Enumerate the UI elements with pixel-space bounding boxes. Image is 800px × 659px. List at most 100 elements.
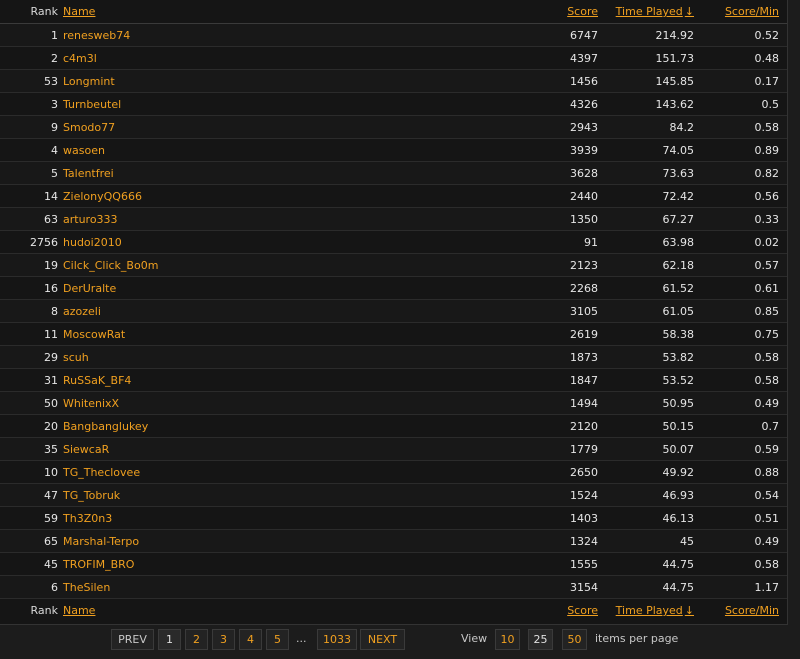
score-per-min-cell: 0.61 xyxy=(700,276,787,300)
score-per-min-cell: 0.49 xyxy=(700,391,787,415)
player-name-cell: Longmint xyxy=(63,69,508,93)
rank-cell: 10 xyxy=(0,460,63,484)
player-name-link[interactable]: TG_Theclovee xyxy=(63,466,140,479)
player-name-link[interactable]: Marshal-Terpo xyxy=(63,535,139,548)
table-row: 45 TROFIM_BRO 1555 44.75 0.58 xyxy=(0,552,787,576)
sort-by-name-link[interactable]: Name xyxy=(63,5,95,18)
player-name-link[interactable]: Longmint xyxy=(63,75,115,88)
player-name-link[interactable]: Bangbanglukey xyxy=(63,420,148,433)
next-page-button[interactable]: NEXT xyxy=(360,629,405,650)
per-page-option-25[interactable]: 25 xyxy=(528,629,553,650)
rank-cell: 65 xyxy=(0,529,63,553)
player-name-cell: Bangbanglukey xyxy=(63,414,508,438)
score-cell: 4397 xyxy=(508,46,604,70)
player-name-cell: scuh xyxy=(63,345,508,369)
player-name-link[interactable]: renesweb74 xyxy=(63,29,130,42)
table-row: 31 RuSSaK_BF4 1847 53.52 0.58 xyxy=(0,368,787,392)
view-label: View xyxy=(461,632,488,645)
player-name-link[interactable]: TheSilen xyxy=(63,581,110,594)
per-page-option-50[interactable]: 50 xyxy=(562,629,587,650)
table-row: 29 scuh 1873 53.82 0.58 xyxy=(0,345,787,369)
player-name-link[interactable]: c4m3l xyxy=(63,52,97,65)
per-page-option-10[interactable]: 10 xyxy=(495,629,520,650)
page-button-5[interactable]: 5 xyxy=(266,629,289,650)
time-played-cell: 44.75 xyxy=(604,575,700,599)
time-played-cell: 49.92 xyxy=(604,460,700,484)
table-row: 6 TheSilen 3154 44.75 1.17 xyxy=(0,575,787,599)
player-name-link[interactable]: arturo333 xyxy=(63,213,118,226)
player-name-link[interactable]: scuh xyxy=(63,351,89,364)
page-button-1[interactable]: 1 xyxy=(158,629,181,650)
player-name-link[interactable]: Cilck_Click_Bo0m xyxy=(63,259,158,272)
player-name-cell: azozeli xyxy=(63,299,508,323)
player-name-link[interactable]: TROFIM_BRO xyxy=(63,558,134,571)
rank-cell: 3 xyxy=(0,92,63,116)
rank-cell: 2756 xyxy=(0,230,63,254)
sort-by-score-link[interactable]: Score xyxy=(567,5,598,18)
prev-page-button[interactable]: PREV xyxy=(111,629,154,650)
time-played-cell: 145.85 xyxy=(604,69,700,93)
player-name-link[interactable]: SiewcaR xyxy=(63,443,109,456)
page-button-2[interactable]: 2 xyxy=(185,629,208,650)
player-name-cell: DerUralte xyxy=(63,276,508,300)
rank-cell: 45 xyxy=(0,552,63,576)
last-page-button[interactable]: 1033 xyxy=(317,629,357,650)
rank-cell: 1 xyxy=(0,23,63,47)
time-played-cell: 62.18 xyxy=(604,253,700,277)
player-name-link[interactable]: azozeli xyxy=(63,305,101,318)
sort-by-score-per-min-link-footer[interactable]: Score/Min xyxy=(725,604,779,617)
table-row: 1 renesweb74 6747 214.92 0.52 xyxy=(0,23,787,47)
score-per-min-cell: 0.56 xyxy=(700,184,787,208)
sort-by-score-per-min-link[interactable]: Score/Min xyxy=(725,5,779,18)
page-button-3[interactable]: 3 xyxy=(212,629,235,650)
player-name-link[interactable]: Talentfrei xyxy=(63,167,114,180)
score-cell: 2120 xyxy=(508,414,604,438)
player-name-link[interactable]: ZielonyQQ666 xyxy=(63,190,142,203)
time-played-cell: 46.93 xyxy=(604,483,700,507)
score-per-min-cell: 0.88 xyxy=(700,460,787,484)
rank-cell: 31 xyxy=(0,368,63,392)
time-played-cell: 61.05 xyxy=(604,299,700,323)
player-name-link[interactable]: Turnbeutel xyxy=(63,98,121,111)
score-cell: 2440 xyxy=(508,184,604,208)
time-played-cell: 72.42 xyxy=(604,184,700,208)
table-row: 47 TG_Tobruk 1524 46.93 0.54 xyxy=(0,483,787,507)
score-per-min-cell: 0.17 xyxy=(700,69,787,93)
score-per-min-cell: 0.75 xyxy=(700,322,787,346)
sort-descending-icon: ↓ xyxy=(684,604,694,617)
score-per-min-cell: 0.82 xyxy=(700,161,787,185)
time-played-cell: 50.15 xyxy=(604,414,700,438)
player-name-link[interactable]: TG_Tobruk xyxy=(63,489,120,502)
player-name-link[interactable]: Th3Z0n3 xyxy=(63,512,112,525)
score-per-min-cell: 0.49 xyxy=(700,529,787,553)
time-played-cell: 46.13 xyxy=(604,506,700,530)
table-row: 3 Turnbeutel 4326 143.62 0.5 xyxy=(0,92,787,116)
sort-by-time-played-link-footer[interactable]: Time Played ↓ xyxy=(616,604,694,617)
time-played-cell: 84.2 xyxy=(604,115,700,139)
time-played-cell: 67.27 xyxy=(604,207,700,231)
score-cell: 3939 xyxy=(508,138,604,162)
player-name-cell: TG_Tobruk xyxy=(63,483,508,507)
player-name-link[interactable]: RuSSaK_BF4 xyxy=(63,374,131,387)
player-name-link[interactable]: wasoen xyxy=(63,144,105,157)
player-name-link[interactable]: hudoi2010 xyxy=(63,236,122,249)
player-name-link[interactable]: WhitenixX xyxy=(63,397,119,410)
table-row: 16 DerUralte 2268 61.52 0.61 xyxy=(0,276,787,300)
score-per-min-cell: 0.48 xyxy=(700,46,787,70)
score-per-min-cell: 0.54 xyxy=(700,483,787,507)
rank-cell: 5 xyxy=(0,161,63,185)
table-row: 59 Th3Z0n3 1403 46.13 0.51 xyxy=(0,506,787,530)
table-row: 53 Longmint 1456 145.85 0.17 xyxy=(0,69,787,93)
score-cell: 2619 xyxy=(508,322,604,346)
table-footer-row: Rank Name Score Time Played ↓ Score/Min xyxy=(0,598,787,622)
table-row: 11 MoscowRat 2619 58.38 0.75 xyxy=(0,322,787,346)
sort-by-name-link-footer[interactable]: Name xyxy=(63,604,95,617)
sort-by-score-link-footer[interactable]: Score xyxy=(567,604,598,617)
player-name-cell: TheSilen xyxy=(63,575,508,599)
player-name-link[interactable]: MoscowRat xyxy=(63,328,125,341)
page-button-4[interactable]: 4 xyxy=(239,629,262,650)
player-name-link[interactable]: Smodo77 xyxy=(63,121,115,134)
sort-by-time-played-link[interactable]: Time Played ↓ xyxy=(616,5,694,18)
player-name-cell: TROFIM_BRO xyxy=(63,552,508,576)
player-name-link[interactable]: DerUralte xyxy=(63,282,116,295)
